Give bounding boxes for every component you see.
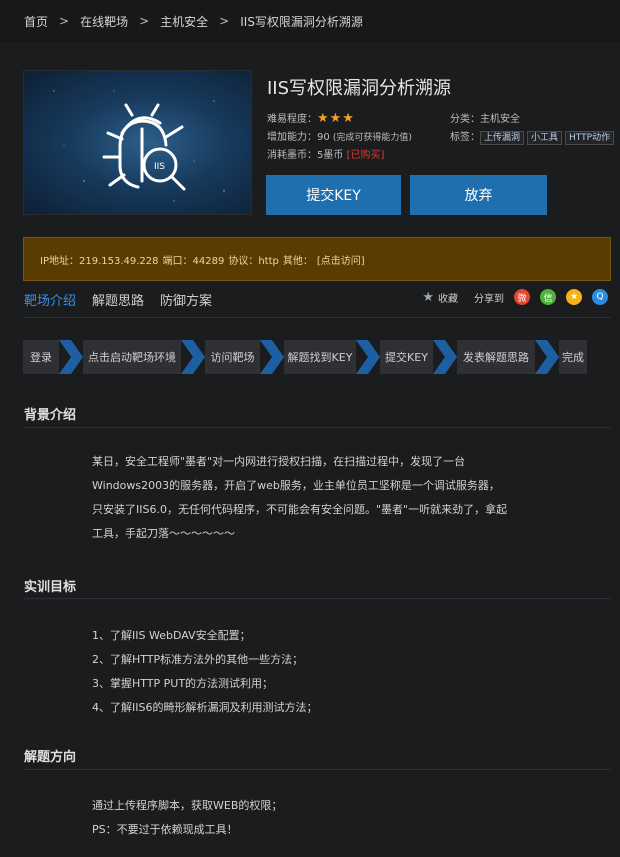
section-divider	[23, 598, 611, 599]
step-arrow	[433, 340, 445, 374]
cost-label: 消耗墨币：5墨币	[267, 150, 344, 161]
step-arrow	[260, 340, 272, 374]
step-arrow	[547, 340, 559, 374]
background-line: 某日，安全工程师"墨者"对一内网进行授权扫描，在扫描过程中，发现了一台	[92, 455, 466, 468]
tag-upload-vuln[interactable]: 上传漏洞	[480, 131, 525, 145]
breadcrumb-online-range[interactable]: 在线靶场	[80, 13, 128, 30]
social-bar: ★ 收藏 分享到 微 信 ★ Q	[422, 289, 608, 305]
weibo-icon[interactable]: 微	[514, 289, 530, 305]
abandon-button[interactable]: 放弃	[410, 175, 547, 215]
step-arrow	[181, 340, 193, 374]
background-line: 只安装了IIS6.0，无任何代码程序，不可能会有安全问题。"墨者"一听就来劲了，…	[92, 503, 508, 516]
breadcrumb-separator: >	[219, 14, 230, 28]
tags-label: 标签：	[450, 132, 480, 143]
process-steps: 登录 点击启动靶场环境 访问靶场 解题找到KEY 提交KEY 发表解题思路 完成	[23, 340, 611, 374]
category-label: 分类：主机安全	[450, 114, 520, 125]
direction-line: 通过上传程序脚本，获取WEB的权限；	[92, 799, 283, 812]
tab-range-intro[interactable]: 靶场介绍	[24, 290, 76, 309]
breadcrumb-current: IIS写权限漏洞分析溯源	[240, 14, 363, 29]
ability-note: (完成可获得能力值)	[332, 133, 412, 143]
challenge-title: IIS写权限漏洞分析溯源	[267, 78, 452, 99]
cost-row: 消耗墨币：5墨币 [已购买]	[267, 146, 384, 161]
goal-item: 2、了解HTTP标准方法外的其他一些方法；	[92, 653, 304, 666]
section-divider	[23, 427, 611, 428]
ability-label: 增加能力：90	[267, 132, 330, 143]
step-arrow	[59, 340, 71, 374]
cost-status: [已购买]	[346, 150, 385, 161]
tabs-divider	[23, 317, 611, 318]
step-publish-solution: 发表解题思路	[457, 340, 535, 374]
other-label: 其他：	[282, 255, 313, 267]
star-icon[interactable]: ★	[422, 290, 434, 305]
submit-key-button[interactable]: 提交KEY	[266, 175, 401, 215]
breadcrumb-separator: >	[139, 14, 150, 28]
background-line: Windows2003的服务器，开启了web服务，业主单位员工坚称是一个调试服务…	[92, 479, 500, 492]
breadcrumb-home[interactable]: 首页	[24, 13, 48, 30]
tab-solution-ideas[interactable]: 解题思路	[92, 290, 144, 309]
goal-item: 1、了解IIS WebDAV安全配置；	[92, 629, 251, 642]
qq-icon[interactable]: Q	[592, 289, 608, 305]
step-complete: 完成	[559, 340, 587, 374]
step-start-range: 点击启动靶场环境	[83, 340, 181, 374]
section-divider	[23, 769, 611, 770]
direction-section-title: 解题方向	[24, 750, 77, 765]
tag-http-method[interactable]: HTTP动作	[565, 131, 615, 145]
breadcrumb-host-security[interactable]: 主机安全	[160, 13, 208, 30]
challenge-cover-image: IIS	[23, 70, 252, 215]
step-arrow	[535, 340, 547, 374]
bug-search-icon: IIS	[53, 90, 226, 202]
ip-address: IP地址：219.153.49.228	[40, 255, 159, 267]
tags-row: 标签： 上传漏洞 小工具 HTTP动作	[450, 128, 617, 145]
background-text: 某日，安全工程师"墨者"对一内网进行授权扫描，在扫描过程中，发现了一台 Wind…	[92, 450, 552, 546]
difficulty-row: 难易程度：★★★	[267, 110, 355, 126]
goals-section-title: 实训目标	[24, 580, 77, 595]
step-visit-range: 访问靶场	[205, 340, 260, 374]
target-info-bar: IP地址：219.153.49.228 端口：44289 协议：http 其他：…	[23, 237, 611, 281]
background-line: 工具，手起刀落～～～～～～	[92, 527, 235, 540]
ability-row: 增加能力：90 (完成可获得能力值)	[267, 128, 412, 143]
direction-line: PS：不要过于依赖现成工具！	[92, 823, 238, 836]
step-arrow	[193, 340, 205, 374]
favorite-label[interactable]: 收藏	[438, 290, 458, 305]
breadcrumb-separator: >	[59, 14, 70, 28]
content-tabs: 靶场介绍 解题思路 防御方案	[24, 290, 228, 309]
protocol: 协议：http	[228, 255, 279, 267]
tab-defense-plan[interactable]: 防御方案	[160, 290, 212, 309]
difficulty-stars: ★★★	[317, 111, 355, 126]
goal-item: 4、了解IIS6的畸形解析漏洞及利用测试方法；	[92, 701, 318, 714]
step-submit-key: 提交KEY	[380, 340, 433, 374]
qzone-icon[interactable]: ★	[566, 289, 582, 305]
step-login: 登录	[23, 340, 59, 374]
step-arrow	[71, 340, 83, 374]
tag-tool[interactable]: 小工具	[527, 131, 563, 145]
visit-link[interactable]: [点击访问]	[317, 252, 365, 267]
step-find-key: 解题找到KEY	[284, 340, 356, 374]
share-label: 分享到	[474, 293, 504, 305]
breadcrumb: 首页 > 在线靶场 > 主机安全 > IIS写权限漏洞分析溯源	[0, 0, 620, 42]
step-arrow	[368, 340, 380, 374]
port: 端口：44289	[162, 255, 225, 267]
step-arrow	[356, 340, 368, 374]
wechat-icon[interactable]: 信	[540, 289, 556, 305]
difficulty-label: 难易程度：	[267, 114, 317, 125]
background-section-title: 背景介绍	[24, 408, 77, 423]
svg-text:IIS: IIS	[154, 162, 165, 172]
step-arrow	[445, 340, 457, 374]
step-arrow	[272, 340, 284, 374]
goal-item: 3、掌握HTTP PUT的方法测试利用；	[92, 677, 274, 690]
